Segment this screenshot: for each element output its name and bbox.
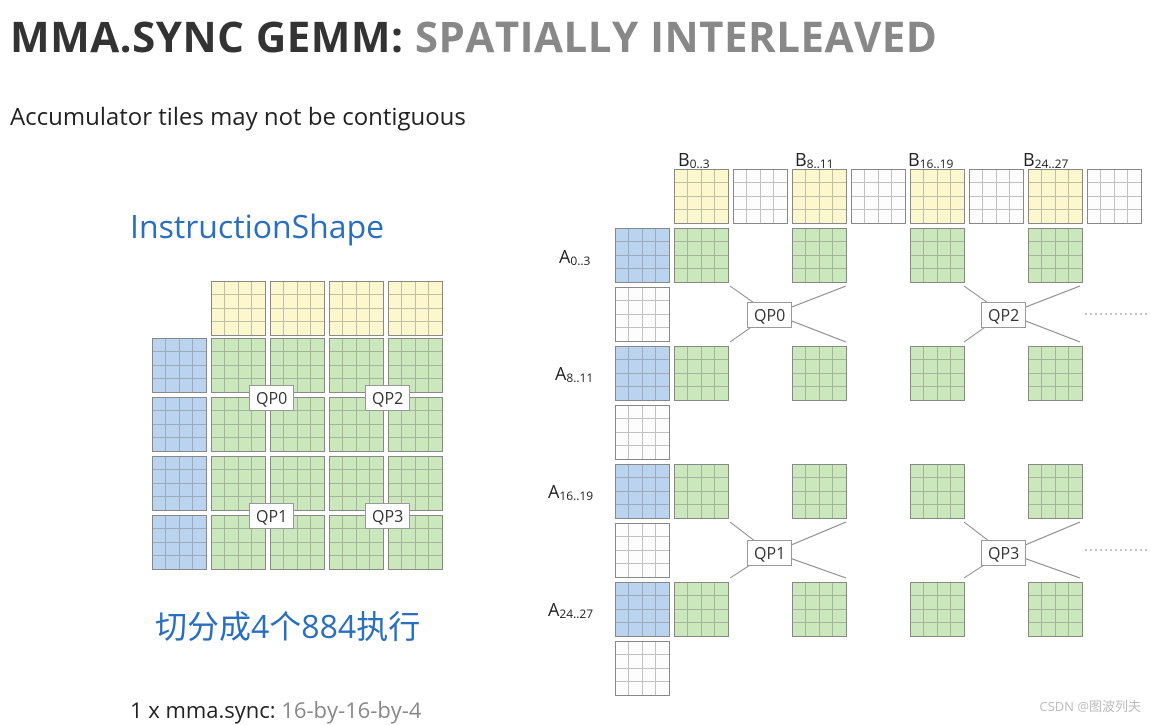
right-body-6-4	[910, 582, 965, 637]
watermark: CSDN @图波列夫	[1039, 696, 1141, 715]
mma-line: 1 x mma.sync: 16-by-16-by-4	[130, 695, 421, 725]
qp0-label-right: QP0	[747, 302, 792, 328]
right-A-tile-7	[615, 641, 670, 696]
chinese-caption: 切分成4个884执行	[155, 602, 420, 648]
right-body-0-0	[674, 228, 729, 283]
right-A-tile-3	[615, 405, 670, 460]
right-body-4-2	[792, 464, 847, 519]
right-B-tile-1	[733, 169, 788, 224]
right-B-tile-2	[792, 169, 847, 224]
qp2-label-right: QP2	[981, 302, 1026, 328]
right-body-4-6	[1028, 464, 1083, 519]
right-A-tile-5	[615, 523, 670, 578]
right-body-4-0	[674, 464, 729, 519]
left-side-tile-2	[152, 456, 207, 511]
left-side-tile-0	[152, 338, 207, 393]
right-body-2-4	[910, 346, 965, 401]
right-body-6-6	[1028, 582, 1083, 637]
title-part-1: MMA.SYNC GEMM:	[10, 8, 415, 65]
right-body-4-4	[910, 464, 965, 519]
qp0-label-left: QP0	[249, 385, 294, 411]
qp3-label-left: QP3	[365, 503, 410, 529]
right-B-tile-4	[910, 169, 965, 224]
right-body-2-0	[674, 346, 729, 401]
a-label-3: A24..27	[548, 598, 593, 622]
left-top-tile-0	[211, 281, 266, 336]
mma-label: 1 x mma.sync:	[130, 695, 276, 725]
slide-title: MMA.SYNC GEMM: SPATIALLY INTERLEAVED	[10, 8, 937, 65]
left-side-tile-1	[152, 397, 207, 452]
left-top-tile-2	[329, 281, 384, 336]
right-body-2-6	[1028, 346, 1083, 401]
right-body-2-2	[792, 346, 847, 401]
right-body-6-2	[792, 582, 847, 637]
right-A-tile-1	[615, 287, 670, 342]
left-side-tile-3	[152, 515, 207, 570]
right-body-6-0	[674, 582, 729, 637]
qp1-label-right: QP1	[747, 540, 792, 566]
right-B-tile-0	[674, 169, 729, 224]
right-A-tile-6	[615, 582, 670, 637]
right-B-tile-5	[969, 169, 1024, 224]
qp1-label-left: QP1	[249, 503, 294, 529]
right-body-0-2	[792, 228, 847, 283]
mma-value: 16-by-16-by-4	[276, 695, 422, 725]
right-body-0-4	[910, 228, 965, 283]
qp3-label-right: QP3	[981, 540, 1026, 566]
left-top-tile-3	[388, 281, 443, 336]
a-label-1: A8..11	[555, 362, 593, 386]
right-A-tile-4	[615, 464, 670, 519]
right-body-0-6	[1028, 228, 1083, 283]
subtitle: Accumulator tiles may not be contiguous	[10, 100, 466, 133]
qp2-label-left: QP2	[365, 385, 410, 411]
title-part-2: SPATIALLY INTERLEAVED	[415, 8, 938, 65]
right-B-tile-6	[1028, 169, 1083, 224]
left-top-tile-1	[270, 281, 325, 336]
right-A-tile-2	[615, 346, 670, 401]
instruction-shape-label: InstructionShape	[130, 205, 384, 248]
right-B-tile-3	[851, 169, 906, 224]
a-label-2: A16..19	[548, 480, 593, 504]
right-B-tile-7	[1087, 169, 1142, 224]
right-A-tile-0	[615, 228, 670, 283]
a-label-0: A0..3	[559, 245, 590, 269]
